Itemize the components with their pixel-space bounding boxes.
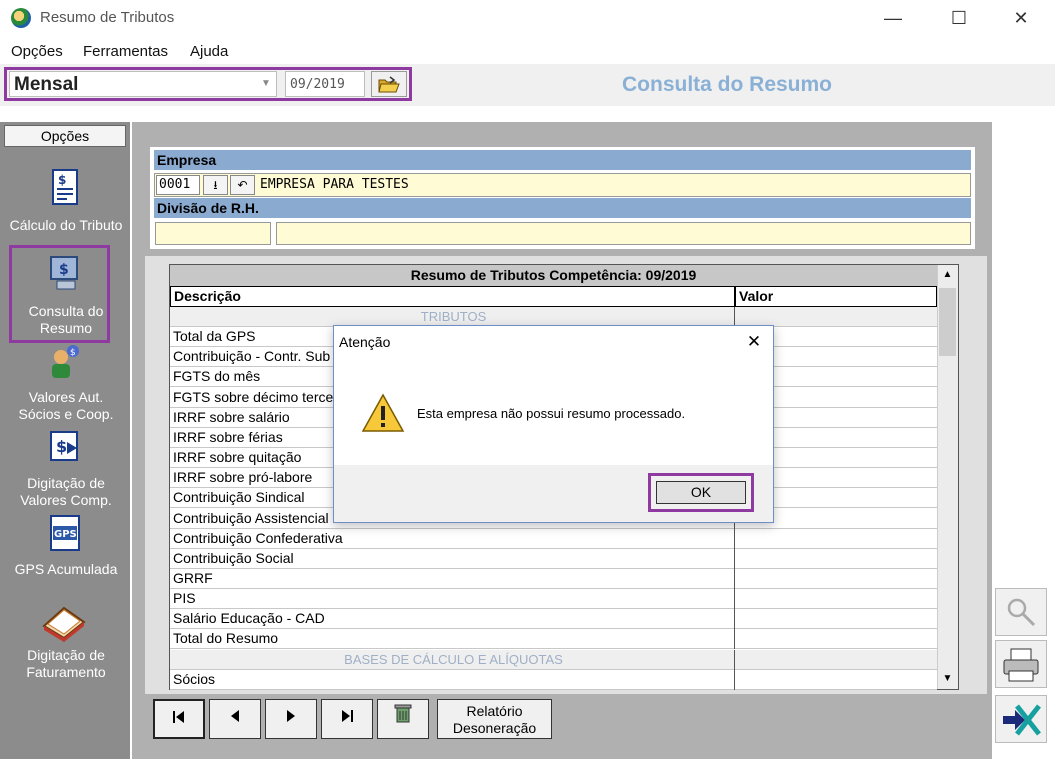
dialog-title: Atenção [339, 334, 391, 350]
row-value [735, 549, 937, 569]
printer-icon [1003, 648, 1039, 682]
delete-button[interactable] [377, 699, 429, 739]
divisao-name-field[interactable] [276, 222, 971, 245]
row-description: Total do Resumo [170, 629, 735, 650]
first-record-button[interactable] [153, 699, 205, 739]
next-icon [287, 710, 295, 722]
table-row[interactable]: Contribuição Social [170, 548, 937, 569]
svg-text:$: $ [70, 348, 76, 358]
row-value [735, 650, 937, 670]
row-description: Contribuição Social [170, 548, 735, 569]
column-header-descricao: Descrição [170, 286, 735, 307]
previous-icon [231, 710, 239, 722]
menu-ajuda[interactable]: Ajuda [190, 43, 228, 60]
exit-icon [1003, 704, 1041, 736]
trash-icon [394, 704, 412, 723]
money-entry-icon: $ [50, 431, 78, 461]
last-icon [342, 710, 353, 722]
grid-section-row[interactable]: TRIBUTOS [170, 307, 937, 327]
grid-title: Resumo de Tributos Competência: 09/2019 [170, 265, 937, 286]
sidebar-highlight-frame [9, 245, 110, 343]
empresa-name: EMPRESA PARA TESTES [260, 177, 409, 192]
table-row[interactable]: Total do Resumo [170, 629, 937, 650]
previous-record-button[interactable] [209, 699, 261, 739]
gps-icon: GPS [50, 515, 80, 551]
scroll-down-icon[interactable]: ▼ [938, 670, 957, 688]
scroll-up-icon[interactable]: ▲ [938, 266, 957, 284]
sidebar-item-calculo[interactable]: Cálculo do Tributo [6, 217, 126, 247]
maximize-button[interactable]: ☐ [944, 6, 974, 30]
print-button[interactable] [995, 640, 1047, 688]
table-row[interactable]: PIS [170, 589, 937, 610]
row-description: TRIBUTOS [170, 307, 735, 327]
row-description: GRRF [170, 568, 735, 589]
sidebar-tab-opcoes[interactable]: Opções [4, 125, 126, 147]
download-arrow-icon[interactable]: ⭳ [203, 175, 228, 195]
divisao-header: Divisão de R.H. [154, 198, 971, 218]
row-value [735, 529, 937, 549]
divisao-code-input[interactable] [155, 222, 271, 245]
table-row[interactable]: Contribuição Confederativa [170, 528, 937, 549]
table-row[interactable]: Salário Educação - CAD [170, 609, 937, 630]
relatorio-desoneracao-button[interactable]: Relatório Desoneração [437, 699, 552, 739]
ok-highlight-frame [648, 473, 754, 512]
last-record-button[interactable] [321, 699, 373, 739]
column-header-valor: Valor [735, 286, 937, 307]
table-row[interactable]: GRRF [170, 568, 937, 589]
app-logo-icon [11, 8, 31, 28]
page-title: Consulta do Resumo [622, 73, 833, 96]
grid-section-row[interactable]: BASES DE CÁLCULO E ALÍQUOTAS [170, 649, 937, 670]
row-value [735, 307, 937, 327]
partners-icon: $ [52, 345, 79, 378]
next-record-button[interactable] [265, 699, 317, 739]
svg-text:GPS: GPS [54, 529, 77, 540]
row-description: PIS [170, 589, 735, 610]
search-icon [1007, 598, 1036, 627]
row-value [735, 609, 937, 629]
close-button[interactable]: ✕ [1006, 6, 1036, 30]
scrollbar-thumb[interactable] [939, 288, 956, 356]
row-description: Contribuição Confederativa [170, 528, 735, 549]
sidebar-item-valores-aut[interactable]: Valores Aut. Sócios e Coop. [6, 389, 126, 423]
empresa-header: Empresa [154, 150, 971, 170]
svg-text:$: $ [56, 437, 67, 456]
row-value [735, 569, 937, 589]
menu-opcoes[interactable]: Opções [11, 43, 63, 60]
svg-text:$: $ [58, 173, 66, 187]
sidebar-item-faturamento[interactable]: Digitação de Faturamento [6, 647, 126, 681]
undo-icon[interactable]: ↶ [230, 175, 255, 195]
dialog-message: Esta empresa não possui resumo processad… [417, 406, 686, 421]
menu-ferramentas[interactable]: Ferramentas [83, 43, 168, 60]
warning-icon [361, 393, 405, 432]
row-description: Salário Educação - CAD [170, 609, 735, 630]
minimize-button[interactable]: — [878, 6, 908, 30]
empresa-code-input[interactable]: 0001 [156, 175, 200, 195]
first-icon [173, 711, 184, 723]
search-tool-button[interactable] [995, 588, 1047, 636]
sidebar-item-digitacao-valores[interactable]: Digitação de Valores Comp. [6, 475, 126, 509]
sidebar-item-gps[interactable]: GPS Acumulada [6, 561, 126, 578]
row-value [735, 670, 937, 690]
period-highlight-frame [4, 67, 412, 101]
row-description: BASES DE CÁLCULO E ALÍQUOTAS [170, 649, 735, 670]
window-title: Resumo de Tributos [40, 9, 175, 26]
table-row[interactable]: Sócios [170, 669, 937, 690]
exit-button[interactable] [995, 695, 1047, 743]
row-value [735, 589, 937, 609]
calc-tax-icon: $ [52, 169, 78, 205]
billing-icon [42, 606, 86, 642]
row-description: Sócios [170, 669, 735, 690]
row-value [735, 629, 937, 649]
dialog-close-button[interactable]: ✕ [742, 330, 766, 354]
